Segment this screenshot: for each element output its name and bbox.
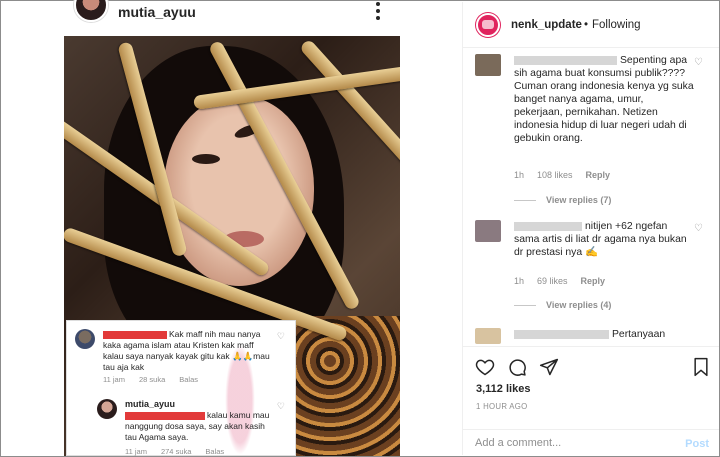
overlay-reply: mutia_ayuu kalau kamu mau nanggung dosa … [97, 399, 289, 456]
bookmark-icon[interactable] [691, 357, 711, 377]
comment-likes: 108 likes [537, 170, 573, 180]
avatar[interactable] [475, 328, 501, 344]
post-author-avatar[interactable] [74, 0, 108, 22]
reply-button[interactable]: Reply [586, 170, 611, 180]
overlay-reply-meta: 11 jam 274 suka Balas [125, 447, 238, 456]
comment-likes: 274 suka [160, 447, 192, 456]
comment-likes: 69 likes [537, 276, 568, 286]
avatar[interactable] [475, 54, 501, 76]
comment-text: Sepenting apa sih agama buat konsumsi pu… [514, 54, 694, 145]
comment-meta: 1h 69 likes Reply [514, 275, 618, 288]
photo-eye [192, 154, 220, 164]
comment-item: nitijen +62 ngefan sama artis di liat dr… [475, 220, 710, 310]
heart-icon: ♡ [276, 331, 285, 341]
comment-reply: Balas [179, 375, 199, 384]
view-replies-button[interactable]: View replies (7) [514, 195, 611, 205]
overlay-reply-text: mutia_ayuu kalau kamu mau nanggung dosa … [125, 399, 271, 443]
comment-input[interactable] [475, 437, 665, 449]
comment-reply: Balas [205, 447, 225, 456]
post-header: nenk_update • Following [463, 2, 719, 48]
reply-button[interactable]: Reply [581, 276, 606, 286]
heart-icon[interactable] [475, 357, 495, 377]
comment-time: 11 jam [103, 375, 125, 384]
screenshot-comment-overlay: Kak maff nih mau nanya kaka agama islam … [66, 320, 296, 456]
comment-item: Pertanyaan [475, 328, 710, 346]
photo-dress [294, 316, 400, 456]
heart-icon: ♡ [276, 401, 285, 411]
post-button[interactable]: Post [685, 438, 709, 450]
post-author-username[interactable]: mutia_ayuu [118, 4, 196, 20]
comment-likes: 28 suka [138, 375, 166, 384]
more-options-icon[interactable] [372, 2, 384, 20]
comment-icon[interactable] [507, 357, 527, 377]
comment-text: nitijen +62 ngefan sama artis di liat dr… [514, 220, 694, 259]
comment-time: 11 jam [125, 447, 147, 456]
comment-time: 1h [514, 170, 525, 180]
redacted-username [125, 411, 205, 420]
comment-time: 1h [514, 276, 525, 286]
comment-text: Pertanyaan [514, 328, 694, 341]
overlay-comment-meta: 11 jam 28 suka Balas [103, 375, 212, 384]
redacted-username [103, 330, 167, 339]
overlay-comment: Kak maff nih mau nanya kaka agama islam … [75, 329, 289, 389]
redacted-username [514, 221, 582, 231]
post-actions: 3,112 likes 1 HOUR AGO Post [463, 346, 719, 456]
overlay-comment-text: Kak maff nih mau nanya kaka agama islam … [103, 329, 271, 373]
redacted-username [514, 55, 617, 65]
avatar [75, 329, 95, 349]
avatar[interactable] [475, 220, 501, 242]
like-heart-icon[interactable]: ♡ [694, 224, 704, 234]
comment-body: Sepenting apa sih agama buat konsumsi pu… [514, 55, 694, 144]
view-replies-button[interactable]: View replies (4) [514, 300, 611, 310]
like-heart-icon[interactable]: ♡ [694, 58, 704, 68]
add-comment-bar: Post [463, 429, 719, 457]
account-avatar[interactable] [476, 13, 500, 37]
redacted-username [514, 329, 609, 339]
overlay-reply-username: mutia_ayuu [125, 399, 176, 409]
share-icon[interactable] [539, 357, 559, 377]
comment-body: Pertanyaan [612, 329, 666, 340]
likes-count[interactable]: 3,112 likes [476, 383, 530, 395]
avatar [97, 399, 117, 419]
following-button[interactable]: Following [592, 19, 641, 31]
comment-meta: 1h 108 likes Reply [514, 169, 623, 182]
post-media-column: mutia_ayuu Kak maff nih mau nanya kaka a… [2, 0, 462, 456]
comments-panel: nenk_update • Following Sepenting apa si… [462, 2, 719, 456]
post-timestamp: 1 HOUR AGO [476, 402, 528, 411]
account-username[interactable]: nenk_update [511, 19, 582, 31]
header-separator: • [584, 19, 589, 31]
comment-item: Sepenting apa sih agama buat konsumsi pu… [475, 54, 710, 214]
